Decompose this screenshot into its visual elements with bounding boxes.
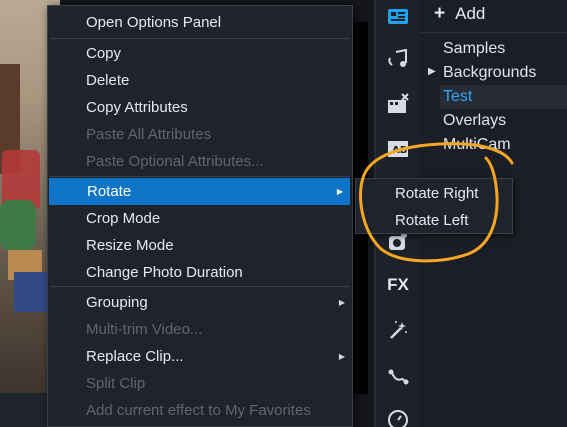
submenu-arrow-icon: ▶ bbox=[336, 187, 343, 196]
menu-item-copy[interactable]: Copy bbox=[48, 40, 352, 67]
menu-item-paste-optional-attributes: Paste Optional Attributes... bbox=[86, 153, 264, 170]
menu-item-grouping-label: Grouping bbox=[86, 294, 148, 311]
menu-item-multi-trim-video: Multi-trim Video... bbox=[86, 321, 203, 338]
menu-item-replace-clip-label: Replace Clip... bbox=[86, 348, 184, 365]
menu-item-crop-mode[interactable]: Crop Mode bbox=[48, 205, 352, 232]
menu-item-add-effect-to-favorites: Add current effect to My Favorites bbox=[86, 402, 311, 419]
menu-separator bbox=[50, 38, 350, 39]
menu-item-paste-all-attributes: Paste All Attributes bbox=[86, 126, 212, 143]
fx-icon[interactable]: FX bbox=[386, 273, 410, 297]
audio-icon[interactable] bbox=[386, 48, 410, 72]
svg-text:AB: AB bbox=[392, 145, 407, 156]
menu-separator bbox=[50, 176, 350, 177]
timer-icon[interactable] bbox=[386, 407, 410, 427]
add-folder-button[interactable]: + Add bbox=[434, 3, 485, 25]
menu-item-change-photo-duration[interactable]: Change Photo Duration bbox=[48, 259, 352, 286]
menu-item-rotate-left[interactable]: Rotate Left bbox=[356, 207, 512, 234]
menu-item-rotate-right[interactable]: Rotate Right bbox=[356, 180, 512, 207]
menu-item-rotate[interactable]: Rotate ▶ bbox=[49, 178, 350, 205]
tree-item-test[interactable]: Test bbox=[443, 85, 472, 109]
tree-item-samples[interactable]: Samples bbox=[443, 37, 505, 61]
menu-item-split-clip: Split Clip bbox=[86, 375, 146, 392]
menu-item-delete[interactable]: Delete bbox=[48, 67, 352, 94]
context-menu: Open Options Panel Copy Delete Copy Attr… bbox=[47, 5, 353, 427]
menu-item-open-options-panel[interactable]: Open Options Panel bbox=[48, 9, 352, 36]
tree-item-backgrounds[interactable]: Backgrounds bbox=[443, 61, 536, 85]
menu-separator bbox=[50, 286, 350, 287]
tree-item-multicam[interactable]: MultiCam bbox=[443, 133, 511, 157]
path-icon[interactable] bbox=[386, 364, 410, 388]
menu-item-rotate-label: Rotate bbox=[87, 183, 132, 200]
rotate-submenu: Rotate Right Rotate Left bbox=[355, 178, 513, 234]
menu-item-copy-attributes[interactable]: Copy Attributes bbox=[48, 94, 352, 121]
menu-item-replace-clip[interactable]: Replace Clip... ▶ bbox=[48, 343, 352, 370]
title-icon[interactable]: AB bbox=[386, 137, 410, 161]
submenu-arrow-icon: ▶ bbox=[338, 298, 345, 307]
expand-caret-icon[interactable]: ▶ bbox=[428, 66, 436, 77]
magic-wand-icon[interactable] bbox=[386, 318, 410, 342]
instant-project-icon[interactable] bbox=[386, 92, 410, 116]
add-label: Add bbox=[455, 4, 486, 23]
submenu-arrow-icon: ▶ bbox=[338, 352, 345, 361]
plus-icon: + bbox=[434, 3, 446, 24]
media-icon[interactable] bbox=[386, 4, 410, 28]
menu-item-grouping[interactable]: Grouping ▶ bbox=[48, 289, 352, 316]
menu-item-resize-mode[interactable]: Resize Mode bbox=[48, 232, 352, 259]
library-divider bbox=[420, 32, 567, 33]
tree-item-overlays[interactable]: Overlays bbox=[443, 109, 506, 133]
